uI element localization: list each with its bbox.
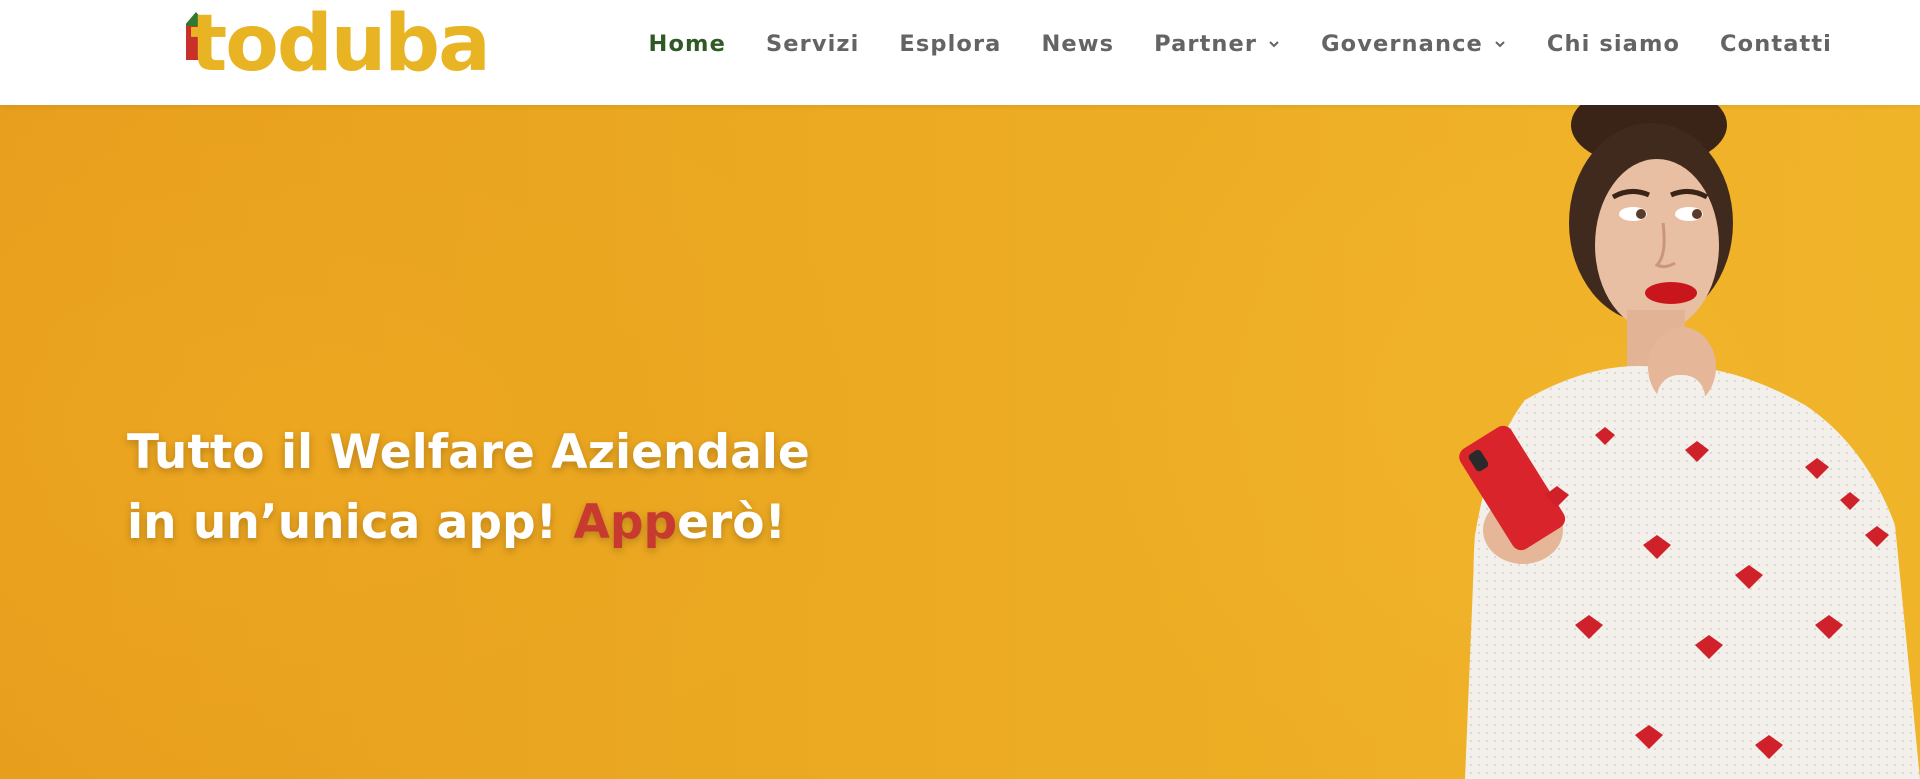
toduba-logo[interactable]: toduba [186, 0, 491, 89]
nav-esplora[interactable]: Esplora [899, 31, 1001, 57]
nav-contatti[interactable]: Contatti [1720, 31, 1832, 57]
nav-chi-siamo[interactable]: Chi siamo [1547, 31, 1680, 57]
hero-line-2-prefix: in un’unica app! [127, 495, 574, 551]
chevron-down-icon [1493, 37, 1507, 51]
site-header: toduba Home Servizi Esplora News Partner… [0, 0, 1920, 105]
main-nav: Home Servizi Esplora News Partner Govern… [609, 0, 1832, 88]
hero-headline: Tutto il Welfare Aziendale in un’unica a… [127, 418, 907, 558]
hero-line-2-suffix: erò! [677, 495, 786, 551]
hero-line-1: Tutto il Welfare Aziendale [127, 425, 810, 481]
nav-news-label: News [1041, 31, 1115, 57]
nav-servizi[interactable]: Servizi [766, 31, 859, 57]
nav-contatti-label: Contatti [1720, 31, 1832, 57]
nav-home[interactable]: Home [649, 31, 726, 57]
hero-line-2: in un’unica app! Apperò! [127, 488, 907, 558]
logo-wordmark: toduba [190, 0, 491, 89]
nav-governance[interactable]: Governance [1321, 31, 1507, 57]
hero-accent-app: App [573, 495, 678, 551]
nav-esplora-label: Esplora [899, 31, 1002, 57]
nav-partner[interactable]: Partner [1154, 31, 1281, 57]
hero-banner: Tutto il Welfare Aziendale in un’unica a… [0, 105, 1920, 779]
chevron-down-icon [1267, 37, 1281, 51]
nav-home-label: Home [648, 31, 726, 57]
nav-servizi-label: Servizi [765, 31, 860, 57]
nav-governance-label: Governance [1321, 31, 1483, 57]
hero-woman-image [1459, 105, 1920, 779]
nav-news[interactable]: News [1041, 31, 1114, 57]
nav-chi-siamo-label: Chi siamo [1546, 31, 1681, 57]
nav-partner-label: Partner [1154, 31, 1258, 57]
